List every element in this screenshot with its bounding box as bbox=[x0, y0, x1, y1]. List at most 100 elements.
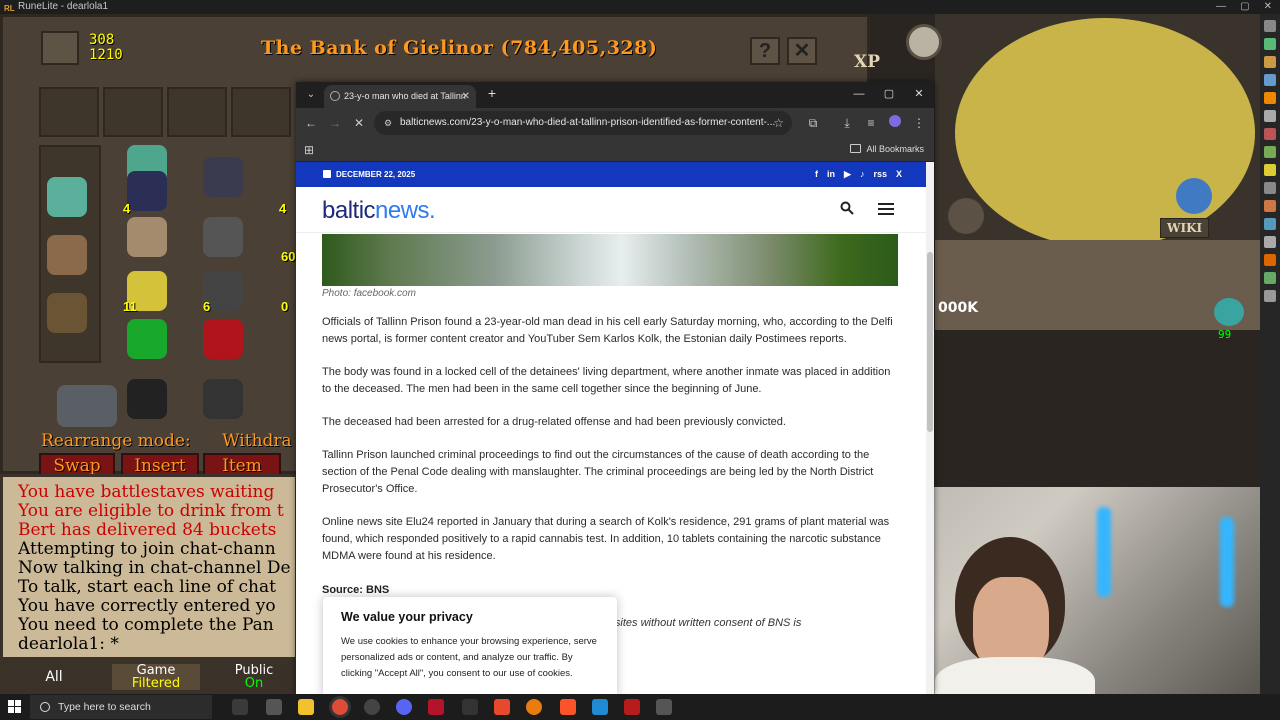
page-scrollbar[interactable] bbox=[926, 162, 934, 694]
bank-item[interactable] bbox=[127, 379, 167, 419]
app-icon[interactable] bbox=[462, 699, 478, 715]
facebook-icon[interactable]: f bbox=[815, 162, 818, 187]
extensions-icon[interactable]: ⧉ bbox=[804, 114, 822, 132]
runelite-taskbar-icon[interactable] bbox=[656, 699, 672, 715]
sidebar-icon[interactable] bbox=[1264, 146, 1276, 158]
browser-minimize-icon[interactable]: — bbox=[844, 82, 874, 108]
sidebar-icon[interactable] bbox=[1264, 182, 1276, 194]
bank-tutorial-icon[interactable] bbox=[41, 31, 79, 65]
sidebar-icon[interactable] bbox=[1264, 218, 1276, 230]
bank-item[interactable] bbox=[127, 171, 167, 211]
windows-start-icon[interactable] bbox=[8, 700, 22, 714]
file-explorer-icon[interactable] bbox=[298, 699, 314, 715]
new-tab-button[interactable]: + bbox=[484, 85, 500, 103]
taskbar-search-placeholder: Type here to search bbox=[58, 701, 151, 713]
maximize-icon[interactable]: ▢ bbox=[1240, 0, 1249, 14]
chat-tab-all[interactable]: All bbox=[16, 664, 92, 690]
sidebar-icon[interactable] bbox=[1264, 20, 1276, 32]
tab-close-icon[interactable]: ✕ bbox=[462, 85, 470, 108]
brave-icon[interactable] bbox=[560, 699, 576, 715]
app-icon[interactable] bbox=[624, 699, 640, 715]
taskbar-search[interactable]: Type here to search bbox=[30, 695, 212, 719]
sidebar-icon[interactable] bbox=[1264, 38, 1276, 50]
scrollbar-thumb[interactable] bbox=[927, 252, 933, 432]
world-map-icon[interactable] bbox=[1176, 178, 1212, 214]
sidebar-icon[interactable] bbox=[1264, 110, 1276, 122]
site-info-icon[interactable]: ⚙ bbox=[382, 117, 394, 129]
forward-icon[interactable]: → bbox=[326, 114, 344, 132]
runelite-window-controls: — ▢ ✕ bbox=[1216, 0, 1272, 14]
x-icon[interactable]: X bbox=[896, 162, 902, 187]
sidebar-icon[interactable] bbox=[1264, 164, 1276, 176]
sidebar-icon[interactable] bbox=[1264, 272, 1276, 284]
bank-tab-2[interactable] bbox=[231, 87, 291, 137]
chat-tab-game[interactable]: Game Filtered bbox=[112, 664, 200, 690]
sidebar-icon[interactable] bbox=[1264, 254, 1276, 266]
sidebar-icon[interactable] bbox=[1264, 128, 1276, 140]
blender-icon[interactable] bbox=[526, 699, 542, 715]
sidebar-icon[interactable] bbox=[1264, 92, 1276, 104]
bank-item[interactable] bbox=[203, 319, 243, 359]
tiktok-icon[interactable]: ♪ bbox=[860, 162, 865, 187]
sidebar-icon[interactable] bbox=[1264, 200, 1276, 212]
task-view-icon[interactable] bbox=[232, 699, 248, 715]
tab-search-icon[interactable]: ⌄ bbox=[302, 86, 320, 104]
stop-loading-icon[interactable]: ✕ bbox=[350, 114, 368, 132]
chrome-icon[interactable] bbox=[332, 699, 348, 715]
xp-drops-button[interactable]: XP bbox=[854, 52, 880, 72]
bank-item[interactable] bbox=[203, 217, 243, 257]
all-bookmarks-button[interactable]: All Bookmarks bbox=[850, 138, 924, 160]
browser-maximize-icon[interactable]: ▢ bbox=[874, 82, 904, 108]
close-icon[interactable]: ✕ bbox=[1264, 0, 1272, 14]
youtube-icon[interactable]: ▶ bbox=[844, 162, 851, 187]
app-icon[interactable] bbox=[494, 699, 510, 715]
bank-item[interactable] bbox=[203, 379, 243, 419]
search-icon[interactable] bbox=[840, 201, 854, 215]
browser-close-icon[interactable]: ✕ bbox=[904, 82, 934, 108]
prayer-orb-icon[interactable] bbox=[1214, 298, 1244, 326]
wiki-button[interactable]: WIKI bbox=[1160, 218, 1210, 238]
sidebar-icon[interactable] bbox=[1264, 56, 1276, 68]
minimize-icon[interactable]: — bbox=[1216, 0, 1226, 14]
bank-tab-1[interactable] bbox=[167, 87, 227, 137]
bank-item[interactable] bbox=[127, 319, 167, 359]
bookmark-star-icon[interactable]: ☆ bbox=[773, 111, 784, 135]
download-icon[interactable]: ⤓ bbox=[838, 114, 856, 132]
reading-list-icon[interactable]: ≡ bbox=[862, 114, 880, 132]
site-logo[interactable]: balticnews. bbox=[322, 197, 436, 225]
linkedin-icon[interactable]: in bbox=[827, 162, 835, 187]
bank-item[interactable] bbox=[47, 293, 87, 333]
vscode-icon[interactable] bbox=[592, 699, 608, 715]
address-bar[interactable]: ⚙ balticnews.com/23-y-o-man-who-died-at-… bbox=[374, 111, 792, 135]
profile-avatar-icon[interactable] bbox=[886, 114, 904, 132]
obs-icon[interactable] bbox=[364, 699, 380, 715]
sidebar-icon[interactable] bbox=[1264, 290, 1276, 302]
sidebar-icon[interactable] bbox=[1264, 74, 1276, 86]
app-icon[interactable] bbox=[428, 699, 444, 715]
browser-tab-active[interactable]: 23-y-o man who died at Tallinn ✕ bbox=[324, 85, 476, 108]
compass-icon[interactable] bbox=[906, 24, 942, 60]
special-attack-orb-icon[interactable] bbox=[948, 198, 984, 234]
chat-tab-public[interactable]: Public On bbox=[214, 664, 294, 690]
back-icon[interactable]: ← bbox=[302, 114, 320, 132]
apps-grid-icon[interactable]: ⊞ bbox=[304, 143, 314, 157]
bank-item[interactable] bbox=[47, 235, 87, 275]
bank-tabs bbox=[39, 87, 291, 137]
bank-close-button[interactable]: ✕ bbox=[787, 37, 817, 65]
rss-icon[interactable]: rss bbox=[873, 162, 887, 187]
sidebar-icon[interactable] bbox=[1264, 236, 1276, 248]
bank-tab-add[interactable] bbox=[39, 87, 99, 137]
bank-item[interactable] bbox=[57, 385, 117, 427]
bank-tab-all[interactable] bbox=[103, 87, 163, 137]
bank-item[interactable] bbox=[47, 177, 87, 217]
minimap[interactable] bbox=[955, 18, 1255, 248]
discord-icon[interactable] bbox=[396, 699, 412, 715]
bank-help-button[interactable]: ? bbox=[750, 37, 780, 65]
bank-item[interactable] bbox=[203, 157, 243, 197]
browser-menu-icon[interactable]: ⋮ bbox=[910, 114, 928, 132]
bank-item[interactable] bbox=[127, 217, 167, 257]
hamburger-menu-icon[interactable] bbox=[878, 203, 894, 215]
chat-message: Now talking in chat-channel De bbox=[18, 559, 291, 578]
app-icon[interactable] bbox=[266, 699, 282, 715]
chat-input[interactable]: dearlola1: * bbox=[18, 635, 300, 654]
